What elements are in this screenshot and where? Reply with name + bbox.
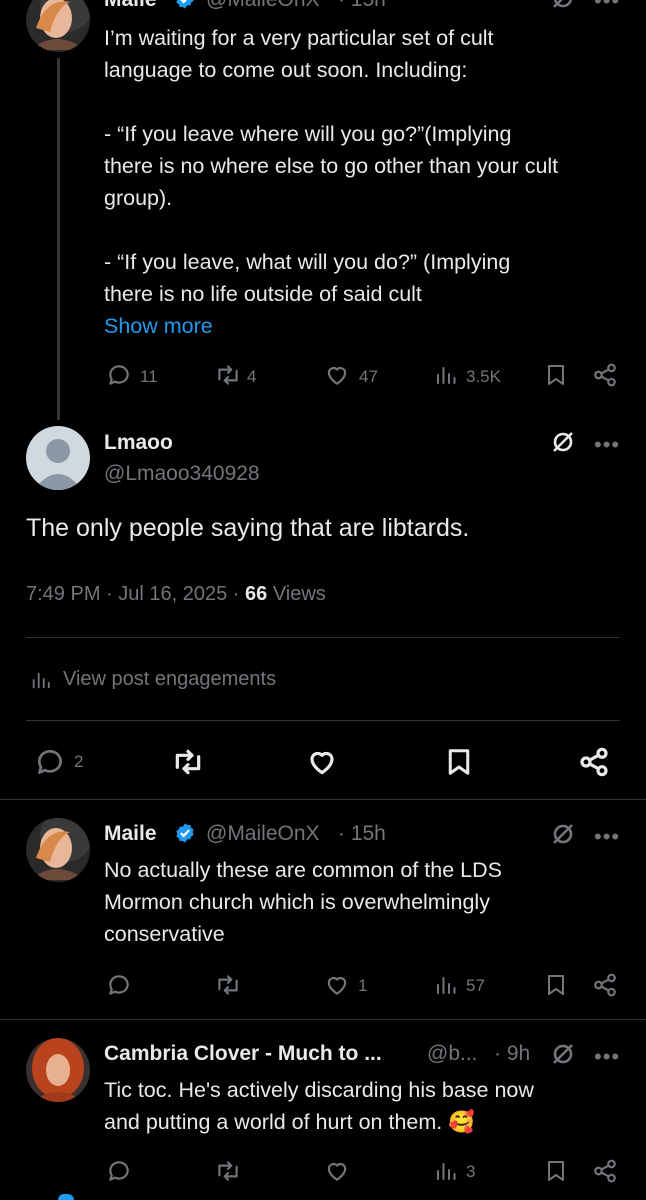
reply-icon[interactable] — [106, 362, 132, 388]
author-handle[interactable]: @MaileOnX — [206, 822, 320, 846]
compose-indicator — [58, 1194, 74, 1200]
repost-icon[interactable] — [170, 746, 206, 778]
share-icon[interactable] — [592, 1158, 618, 1184]
views-icon[interactable] — [434, 1158, 458, 1184]
post-time[interactable]: · 15h — [338, 822, 386, 846]
author-name[interactable]: Lmaoo — [104, 431, 173, 455]
divider — [26, 720, 620, 721]
avatar-maile[interactable] — [26, 818, 90, 882]
like-count: 1 — [358, 976, 368, 995]
bookmark-icon[interactable] — [444, 746, 474, 778]
text-line: there is no where else to go other than … — [104, 154, 559, 178]
like-icon[interactable] — [324, 362, 350, 388]
author-name[interactable]: Maile — [104, 822, 157, 846]
views-number: 66 — [245, 583, 268, 605]
bookmark-icon[interactable] — [544, 972, 568, 998]
grok-icon[interactable] — [551, 822, 575, 846]
views-count: 57 — [466, 976, 485, 995]
post-text: Tic toc. He's actively discarding his ba… — [104, 1074, 634, 1138]
more-options-icon[interactable]: ••• — [594, 0, 620, 12]
repost-icon[interactable] — [214, 972, 242, 998]
divider — [0, 799, 646, 800]
text-line: conservative — [104, 922, 225, 946]
divider — [26, 637, 620, 638]
share-icon[interactable] — [592, 972, 618, 998]
verified-badge-icon — [174, 822, 196, 844]
text-line: Tic toc. He's actively discarding his ba… — [104, 1078, 534, 1102]
text-line: - “If you leave, what will you do?” (Imp… — [104, 250, 511, 274]
like-icon[interactable] — [306, 746, 338, 778]
author-handle[interactable]: @Lmaoo340928 — [104, 462, 260, 486]
post-text: I’m waiting for a very particular set of… — [104, 22, 634, 310]
timestamp: 7:49 PM · Jul 16, 2025 · — [26, 583, 246, 605]
text-line: Mormon church which is overwhelmingly — [104, 890, 490, 914]
text-line: there is no life outside of said cult — [104, 282, 422, 306]
post-text: No actually these are common of the LDS … — [104, 854, 634, 950]
text-line: group). — [104, 186, 173, 210]
like-icon[interactable] — [324, 972, 350, 998]
reply-icon[interactable] — [106, 1158, 132, 1184]
grok-icon[interactable] — [551, 1042, 575, 1066]
post-meta: 7:49 PM · Jul 16, 2025 · 66 Views — [26, 583, 326, 606]
more-options-icon[interactable]: ••• — [594, 826, 620, 848]
reply-count: 2 — [74, 752, 84, 771]
author-name[interactable]: Cambria Clover - Much to ... — [104, 1042, 382, 1066]
bookmark-icon[interactable] — [544, 1158, 568, 1184]
views-count: 3.5K — [466, 367, 501, 386]
author-handle[interactable]: @b... — [427, 1042, 478, 1066]
views-icon[interactable] — [434, 362, 458, 388]
main-post-text: The only people saying that are libtards… — [26, 514, 470, 542]
avatar-maile[interactable] — [26, 0, 90, 52]
reply-count: 11 — [140, 367, 158, 386]
text-line: - “If you leave where will you go?”(Impl… — [104, 122, 512, 146]
divider — [0, 1019, 646, 1020]
avatar-cambria[interactable] — [26, 1038, 90, 1102]
share-icon[interactable] — [592, 362, 618, 388]
text-line: language to come out soon. Including: — [104, 58, 468, 82]
more-options-icon[interactable]: ••• — [594, 1046, 620, 1068]
post-time[interactable]: · 9h — [494, 1042, 530, 1066]
views-count: 3 — [466, 1162, 476, 1181]
text-line: No actually these are common of the LDS — [104, 858, 502, 882]
grok-icon[interactable] — [551, 430, 575, 454]
like-count: 47 — [359, 367, 378, 386]
text-line: I’m waiting for a very particular set of… — [104, 26, 494, 50]
grok-icon[interactable] — [551, 0, 575, 10]
engagements-icon — [30, 668, 52, 692]
like-icon[interactable] — [324, 1158, 350, 1184]
more-options-icon[interactable]: ••• — [594, 434, 620, 456]
reply-icon[interactable] — [34, 746, 66, 778]
post-time[interactable]: · 15h — [338, 0, 386, 12]
view-engagements-link[interactable]: View post engagements — [63, 668, 276, 691]
bookmark-icon[interactable] — [544, 362, 568, 388]
repost-icon[interactable] — [214, 362, 242, 388]
share-icon[interactable] — [578, 746, 610, 778]
show-more-link[interactable]: Show more — [104, 310, 213, 342]
text-line: and putting a world of hurt on them. 🥰 — [104, 1110, 475, 1134]
avatar-lmaoo[interactable] — [26, 426, 90, 490]
repost-count: 4 — [247, 367, 257, 386]
views-label: Views — [267, 583, 326, 605]
author-name[interactable]: Maile — [104, 0, 157, 12]
reply-icon[interactable] — [106, 972, 132, 998]
author-handle[interactable]: @MaileOnX — [206, 0, 320, 12]
views-icon[interactable] — [434, 972, 458, 998]
verified-badge-icon — [174, 0, 196, 10]
thread-line — [57, 58, 60, 420]
repost-icon[interactable] — [214, 1158, 242, 1184]
